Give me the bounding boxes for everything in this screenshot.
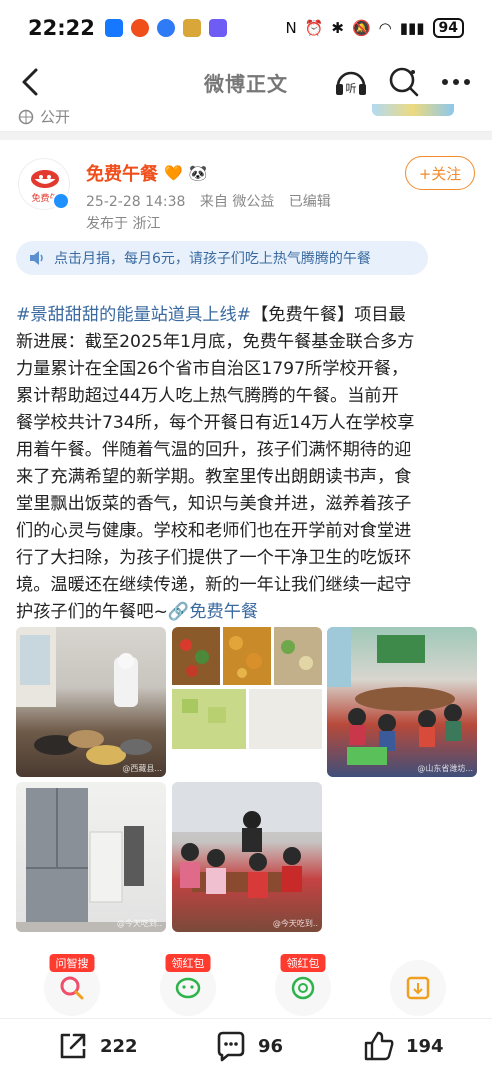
post-photo-kitchen[interactable]: @西藏县...: [16, 627, 166, 777]
ask-badge: 问智搜: [49, 954, 95, 972]
classroom-photo-drawing: [327, 627, 462, 765]
link-icon: 🔗: [167, 602, 190, 622]
dishes-collage-drawing: [172, 627, 322, 749]
panda-icon: 🐼: [188, 164, 208, 182]
like-count: 194: [406, 1035, 444, 1057]
share2-badge: 领红包: [280, 954, 326, 972]
wifi-icon: ◠: [378, 19, 392, 37]
share-badge: 领红包: [165, 954, 211, 972]
repost-count: 222: [100, 1035, 138, 1057]
post-location: 发布于 浙江: [86, 216, 161, 232]
top-nav-bar: 微博正文 听: [0, 56, 492, 108]
action-icons-row: 问智搜 领红包 领红包: [0, 954, 492, 1020]
image-download-icon: [406, 976, 430, 1000]
status-indicators: N ⏰ ✱ 🔕 ◠ ▮▮▮ 94: [285, 18, 464, 38]
post-line: 行了大扫除，为孩子们提供了一个干净卫生的吃饭环: [16, 548, 412, 568]
app-notification-icon-4: [208, 19, 227, 37]
photo-watermark: @西藏县...: [122, 764, 162, 773]
edited-label[interactable]: 已编辑: [289, 194, 331, 210]
wechat-share-button[interactable]: 领红包: [160, 954, 216, 1016]
battery-indicator: 94: [432, 18, 464, 38]
app-notification-icon-3: [182, 19, 201, 37]
ask-search-button[interactable]: 问智搜: [44, 954, 100, 1016]
weibo-notification-icon: [130, 19, 149, 37]
public-icon: [18, 109, 34, 124]
donate-banner[interactable]: 点击月捐，每月6元，请孩子们吃上热气腾腾的午餐: [16, 241, 428, 275]
previous-post-image[interactable]: [372, 104, 454, 116]
comment-icon: [217, 1031, 245, 1062]
nfc-icon: N: [285, 19, 297, 37]
listen-label: 听: [346, 82, 357, 95]
photo-watermark: @今天吃到..: [116, 919, 162, 928]
chevron-left-icon: [22, 68, 38, 96]
comment-count: 96: [258, 1035, 284, 1057]
post-line: 用着午餐。伴随着气温的回升，孩子们满怀期待的迎: [16, 440, 412, 460]
follow-button[interactable]: +关注: [405, 156, 475, 190]
moments-share-button[interactable]: 领红包: [275, 954, 331, 1016]
photo-watermark: @今天吃到..: [272, 919, 318, 928]
app-notification-icon-2: [156, 19, 175, 37]
post-line-text: 护孩子们的午餐吧~: [16, 602, 168, 622]
like-button[interactable]: 194: [362, 1029, 444, 1063]
bluetooth-icon: ✱: [331, 19, 344, 37]
vip-medal-icon: 🧡: [164, 164, 183, 182]
app-notification-icon: [104, 19, 123, 37]
visibility-text: 公开: [40, 108, 71, 126]
post-photo-classroom[interactable]: @山东省潍坊...: [327, 627, 477, 777]
thumbs-up-icon: [364, 1031, 394, 1061]
post-line: 堂里飘出饭菜的香气，知识与美食并进，滋养着孩子: [16, 494, 412, 514]
post-line: 护孩子们的午餐吧~🔗免费午餐: [16, 599, 478, 626]
save-image-button[interactable]: [390, 960, 446, 1016]
search-icon: [389, 67, 419, 97]
post-line: 累计帮助超过44万人吃上热气腾腾的午餐。当前开: [16, 386, 399, 406]
more-dots-icon: [442, 79, 470, 85]
post-source: 来自 微公益: [199, 194, 275, 210]
section-divider: [0, 132, 492, 140]
post-line: 境。温暖还在继续传递，新的一年让我们继续一起守: [16, 575, 412, 595]
status-bar: 22:22 N ⏰ ✱ 🔕 ◠ ▮▮▮ 94: [0, 0, 492, 56]
comment-button[interactable]: 96: [214, 1029, 283, 1063]
repost-icon: [60, 1033, 86, 1059]
fridge-photo-drawing: [16, 788, 166, 932]
post-photo-dishes[interactable]: [172, 627, 322, 777]
back-button[interactable]: [14, 64, 50, 100]
post-date: 25-2-28 14:38: [86, 194, 186, 210]
more-button[interactable]: [438, 64, 474, 100]
status-time: 22:22: [28, 16, 95, 40]
author-name[interactable]: 免费午餐: [86, 160, 158, 186]
topic-link[interactable]: 免费午餐: [189, 602, 258, 622]
post-body: #景甜甜甜的能量站道具上线#【免费午餐】项目最 新进展：截至2025年1月底，免…: [16, 302, 478, 626]
moments-icon: [291, 976, 315, 1000]
post-line: #景甜甜甜的能量站道具上线#【免费午餐】项目最: [16, 302, 478, 329]
speaker-icon: [30, 251, 43, 265]
author-name-row[interactable]: 免费午餐 🧡 🐼: [86, 160, 207, 186]
listen-button[interactable]: 听: [333, 64, 369, 100]
wechat-icon: [175, 977, 201, 999]
ai-search-icon: [60, 976, 84, 1000]
post-photo-fridge[interactable]: @今天吃到..: [16, 782, 166, 932]
post-line: 力量累计在全国26个省市自治区1797所学校开餐，: [16, 359, 409, 379]
kitchen-photo-drawing: [16, 627, 152, 765]
repost-button[interactable]: 222: [56, 1029, 138, 1063]
search-button[interactable]: [386, 64, 422, 100]
lunch-photo-drawing: [172, 782, 322, 898]
bottom-action-bar: 222 96 194: [0, 1018, 492, 1080]
signal-icon: ▮▮▮: [399, 19, 425, 37]
previous-post-strip: 公开: [0, 104, 492, 132]
hashtag-link[interactable]: #景甜甜甜的能量站道具上线#: [16, 305, 251, 325]
post-line: 来了充满希望的新学期。教室里传出朗朗读书声，食: [16, 467, 412, 487]
post-line-text: 【免费午餐】项目最: [251, 305, 406, 325]
headphones-icon: 听: [336, 71, 366, 95]
post-line: 餐学校共计734所，每个开餐日有近14万人在学校享: [16, 413, 415, 433]
mute-icon: 🔕: [351, 19, 371, 37]
verified-badge-icon: [52, 192, 70, 210]
post-line: 新进展：截至2025年1月底，免费午餐基金联合多方: [16, 332, 415, 352]
donate-banner-text: 点击月捐，每月6元，请孩子们吃上热气腾腾的午餐: [54, 251, 371, 267]
alarm-icon: ⏰: [304, 19, 324, 37]
photo-watermark: @山东省潍坊...: [417, 764, 473, 773]
post-line: 们的心灵与健康。学校和老师们也在开学前对食堂进: [16, 521, 412, 541]
post-photo-lunch[interactable]: @今天吃到..: [172, 782, 322, 932]
visibility-label: 公开: [18, 106, 70, 127]
post-meta: 25-2-28 14:38 来自 微公益 已编辑: [86, 191, 341, 211]
